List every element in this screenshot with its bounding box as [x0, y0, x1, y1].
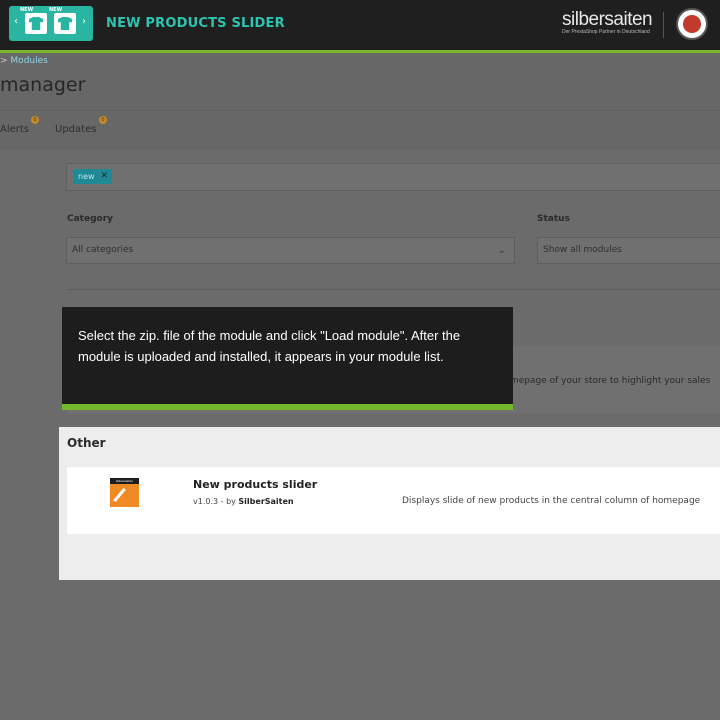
status-label: Status: [537, 214, 570, 224]
section-title: Other: [67, 436, 106, 450]
tab-alerts[interactable]: Alerts 0: [0, 116, 39, 135]
module-description: mepage of your store to highlight your s…: [510, 376, 711, 386]
module-row[interactable]: silbersaiten New products slider v1.0.3 …: [67, 467, 720, 534]
breadcrumb-separator: >: [0, 56, 8, 66]
module-description: Displays slide of new products in the ce…: [402, 496, 701, 506]
status-select-value: Show all modules: [543, 245, 622, 255]
category-label: Category: [67, 214, 114, 224]
tab-label: Alerts: [0, 124, 30, 135]
close-icon[interactable]: ✕: [101, 169, 109, 184]
count-badge: 0: [31, 116, 39, 124]
new-tag-label: NEW: [20, 7, 34, 13]
brand-name: silbersaiten: [562, 9, 653, 30]
module-icon-label: silbersaiten: [110, 478, 139, 484]
new-tag-label: NEW: [49, 7, 63, 13]
page-title: manager: [0, 74, 86, 96]
tshirt-icon: NEW: [49, 7, 76, 34]
chevron-down-icon: ⌄: [497, 245, 506, 256]
module-logo: ‹ NEW NEW ›: [9, 6, 93, 41]
version-text: v1.0.3 - by: [193, 497, 239, 506]
divider: [663, 12, 664, 38]
tooltip-text: Select the zip. file of the module and c…: [78, 328, 461, 364]
breadcrumb: > Modules: [0, 56, 48, 66]
category-select-value: All categories: [72, 245, 134, 255]
tab-updates[interactable]: Updates 0: [55, 116, 107, 135]
brand-tagline: Der PrestaShop Partner in Deutschland: [562, 29, 650, 35]
divider: [66, 289, 720, 290]
module-search-input[interactable]: new ✕: [66, 163, 720, 191]
tooltip-accent-bar: [62, 404, 513, 410]
banner-title: NEW PRODUCTS SLIDER: [106, 16, 285, 31]
module-name: New products slider: [193, 478, 318, 491]
top-banner: ‹ NEW NEW › NEW PRODUCTS SLIDER silbersa…: [0, 0, 720, 50]
tab-label: Updates: [55, 124, 97, 135]
status-select[interactable]: Show all modules: [537, 237, 720, 264]
paintbrush-icon: silbersaiten: [110, 478, 139, 507]
divider: [0, 110, 720, 111]
module-version: v1.0.3 - by SilberSaiten: [193, 497, 294, 506]
page-header: [0, 53, 720, 150]
brand-logo: silbersaiten Der PrestaShop Partner in D…: [562, 9, 653, 35]
count-badge: 0: [99, 116, 107, 124]
chevron-left-icon: ‹: [14, 16, 18, 27]
partner-badge-icon: [676, 8, 708, 40]
search-tag: new ✕: [73, 169, 113, 184]
search-tag-label: new: [78, 172, 95, 181]
module-author: SilberSaiten: [238, 497, 294, 506]
tshirt-icon: NEW: [20, 7, 47, 34]
chevron-right-icon: ›: [82, 16, 86, 27]
other-section: Other silbersaiten New products slider v…: [59, 427, 720, 580]
breadcrumb-modules-link[interactable]: Modules: [10, 56, 47, 66]
tutorial-tooltip: Select the zip. file of the module and c…: [62, 307, 513, 410]
category-select[interactable]: All categories ⌄: [66, 237, 515, 264]
